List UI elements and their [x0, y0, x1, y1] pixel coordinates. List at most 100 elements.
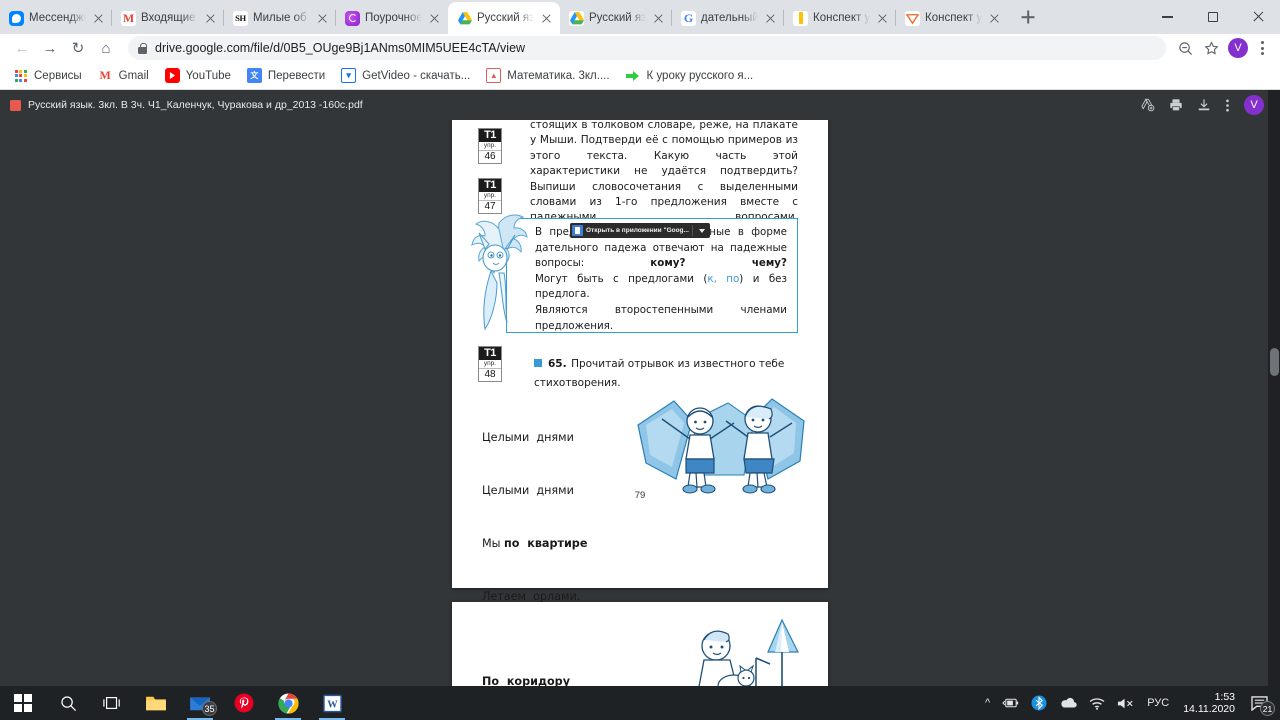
close-icon[interactable] — [427, 11, 442, 26]
tab-russian-language-2[interactable]: Русский язы — [560, 2, 672, 34]
open-with-google-docs-button[interactable]: Открыть в приложении "Goog... — [570, 223, 710, 238]
onedrive-icon[interactable] — [1053, 686, 1083, 720]
bookmark-russian-lesson[interactable]: К уроку русского я... — [619, 65, 761, 86]
add-to-drive-icon[interactable] — [1141, 98, 1155, 112]
pdf-file-title: Русский язык. 3кл. В 3ч. Ч1_Каленчук, Чу… — [10, 99, 363, 111]
forward-arrow-icon[interactable]: → — [36, 34, 64, 62]
task-view-button[interactable] — [90, 686, 134, 720]
clock[interactable]: 1:53 14.11.2020 — [1175, 691, 1243, 715]
zoom-out-icon[interactable] — [1172, 35, 1198, 61]
reload-icon[interactable]: ↻ — [64, 34, 92, 62]
tab-konspekt-1[interactable]: Конспект у — [784, 2, 896, 34]
tab-cute-images[interactable]: SH Милые об — [224, 2, 336, 34]
tab-messenger[interactable]: Мессенджер — [0, 2, 112, 34]
file-explorer-button[interactable] — [134, 686, 178, 720]
search-button[interactable] — [46, 686, 90, 720]
chrome-icon — [277, 692, 299, 714]
window-controls — [1145, 0, 1280, 34]
svg-text:W: W — [327, 699, 338, 710]
close-icon[interactable] — [651, 11, 666, 26]
maximize-button[interactable] — [1190, 0, 1235, 34]
folder-icon — [146, 696, 166, 711]
new-tab-button[interactable] — [1014, 3, 1042, 31]
viewer-scrollbar[interactable] — [1268, 90, 1280, 686]
download-icon[interactable] — [1197, 98, 1211, 112]
tab-title: Милые об — [253, 12, 307, 24]
rule-text: В предложении существительные в форме да… — [535, 225, 787, 334]
tab-russian-language-active[interactable]: Русский язы — [448, 2, 560, 34]
apps-grid-icon — [13, 68, 28, 83]
pdf-page-80: По коридору Мы скачем конями. А вместе с… — [452, 602, 828, 686]
address-bar[interactable]: drive.google.com/file/d/0B5_OUge9Bj1ANms… — [128, 36, 1166, 60]
bookmark-gmail[interactable]: M Gmail — [91, 65, 156, 86]
tab-inbox[interactable]: M Входящие — [112, 2, 224, 34]
battery-charging-icon[interactable] — [996, 686, 1025, 720]
star-icon[interactable] — [1198, 35, 1224, 61]
language-indicator[interactable]: РУС — [1141, 686, 1175, 720]
three-dot-menu-icon[interactable] — [1252, 38, 1272, 58]
task-view-icon — [103, 697, 120, 709]
more-actions-icon[interactable] — [1225, 98, 1230, 113]
exercise-mark-number: 48 — [479, 368, 501, 381]
mail-badge: 35 — [202, 701, 217, 716]
close-icon[interactable] — [763, 11, 778, 26]
back-arrow-icon[interactable]: ← — [8, 34, 36, 62]
mail-button[interactable]: 35 — [178, 686, 222, 720]
tab-dative-search[interactable]: G дательный — [672, 2, 784, 34]
google-drive-icon — [457, 10, 472, 26]
bookmark-label: К уроку русского я... — [646, 69, 754, 82]
pinterest-button[interactable] — [222, 686, 266, 720]
close-icon[interactable] — [315, 11, 330, 26]
chevron-up-icon[interactable]: ^ — [979, 686, 996, 720]
pdf-pages-container[interactable]: Т1 упр. 46 Т1 упр. 47 Т1 упр. 48 стоящих… — [0, 120, 1280, 686]
bookmark-getvideo[interactable]: ▾ GetVideo - скачать... — [334, 65, 477, 86]
bookmark-translate[interactable]: 文 Перевести — [240, 65, 332, 86]
print-icon[interactable] — [1169, 98, 1183, 112]
pdf-page-79: Т1 упр. 46 Т1 упр. 47 Т1 упр. 48 стоящих… — [452, 120, 828, 655]
bluetooth-icon[interactable] — [1025, 686, 1053, 720]
windows-taskbar: 35 W ^ РУС 1:53 14.11.2020 21 — [0, 686, 1280, 720]
orange-triangle-icon — [905, 10, 920, 26]
word-button[interactable]: W — [310, 686, 354, 720]
speaker-muted-icon[interactable] — [1111, 686, 1141, 720]
url-text: drive.google.com/file/d/0B5_OUge9Bj1ANms… — [155, 41, 526, 55]
browser-toolbar: ← → ↻ ⌂ drive.google.com/file/d/0B5_OUge… — [0, 34, 1280, 62]
lock-icon — [138, 42, 147, 54]
sh-icon: SH — [233, 10, 248, 26]
minimize-button[interactable] — [1145, 0, 1190, 34]
close-window-button[interactable] — [1235, 0, 1280, 34]
blue-square-bullet — [534, 358, 542, 367]
chrome-button[interactable] — [266, 686, 310, 720]
two-children-with-blue-capes-illustration — [632, 391, 810, 496]
home-icon[interactable]: ⌂ — [92, 34, 120, 62]
tab-title: дательный — [701, 12, 758, 24]
close-icon[interactable] — [539, 11, 554, 26]
bookmark-math[interactable]: ▲ Математика. 3кл.... — [479, 65, 616, 86]
bookmark-label: GetVideo - скачать... — [362, 69, 471, 82]
close-icon[interactable] — [91, 11, 106, 26]
close-icon[interactable] — [203, 11, 218, 26]
wifi-icon[interactable] — [1083, 686, 1111, 720]
start-button[interactable] — [0, 686, 46, 720]
rule-questions: кому? чему? — [650, 257, 787, 270]
bookmark-services[interactable]: Сервисы — [6, 65, 89, 86]
tab-konspekt-2[interactable]: Конспект у — [896, 2, 1008, 34]
page2-line-1: По коридору — [482, 673, 603, 686]
close-icon[interactable] — [875, 11, 890, 26]
scrollbar-thumb[interactable] — [1270, 348, 1279, 376]
exercise-mark-top: Т1 — [479, 129, 501, 142]
bookmark-label: Сервисы — [34, 69, 82, 82]
windows-logo-icon — [14, 694, 32, 712]
action-center-button[interactable]: 21 — [1243, 686, 1276, 720]
chevron-down-icon[interactable] — [696, 225, 708, 236]
profile-avatar[interactable]: V — [1228, 38, 1248, 58]
page2-line-1-bold: По коридору — [482, 675, 570, 686]
search-icon — [60, 695, 76, 711]
tab-strip: Мессенджер M Входящие SH Милые об Поуроч… — [0, 0, 1280, 34]
bookmark-youtube[interactable]: YouTube — [158, 65, 238, 86]
system-tray: ^ РУС 1:53 14.11.2020 21 — [979, 686, 1280, 720]
close-icon[interactable] — [987, 11, 1002, 26]
pdf-viewer: Русский язык. 3кл. В 3ч. Ч1_Каленчук, Чу… — [0, 90, 1280, 686]
tab-lesson-plans[interactable]: Поурочное — [336, 2, 448, 34]
drive-profile-avatar[interactable]: V — [1244, 95, 1264, 115]
